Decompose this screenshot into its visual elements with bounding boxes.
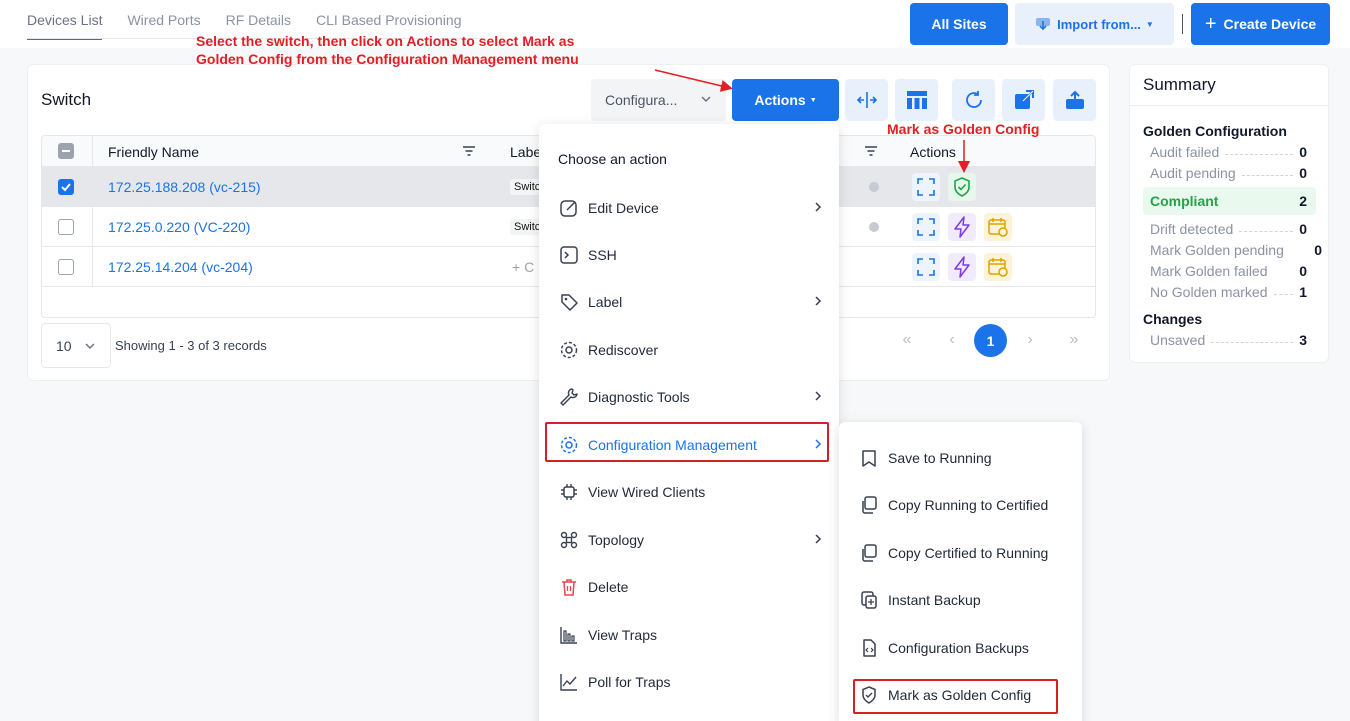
- annotation-arrows: [654, 69, 970, 173]
